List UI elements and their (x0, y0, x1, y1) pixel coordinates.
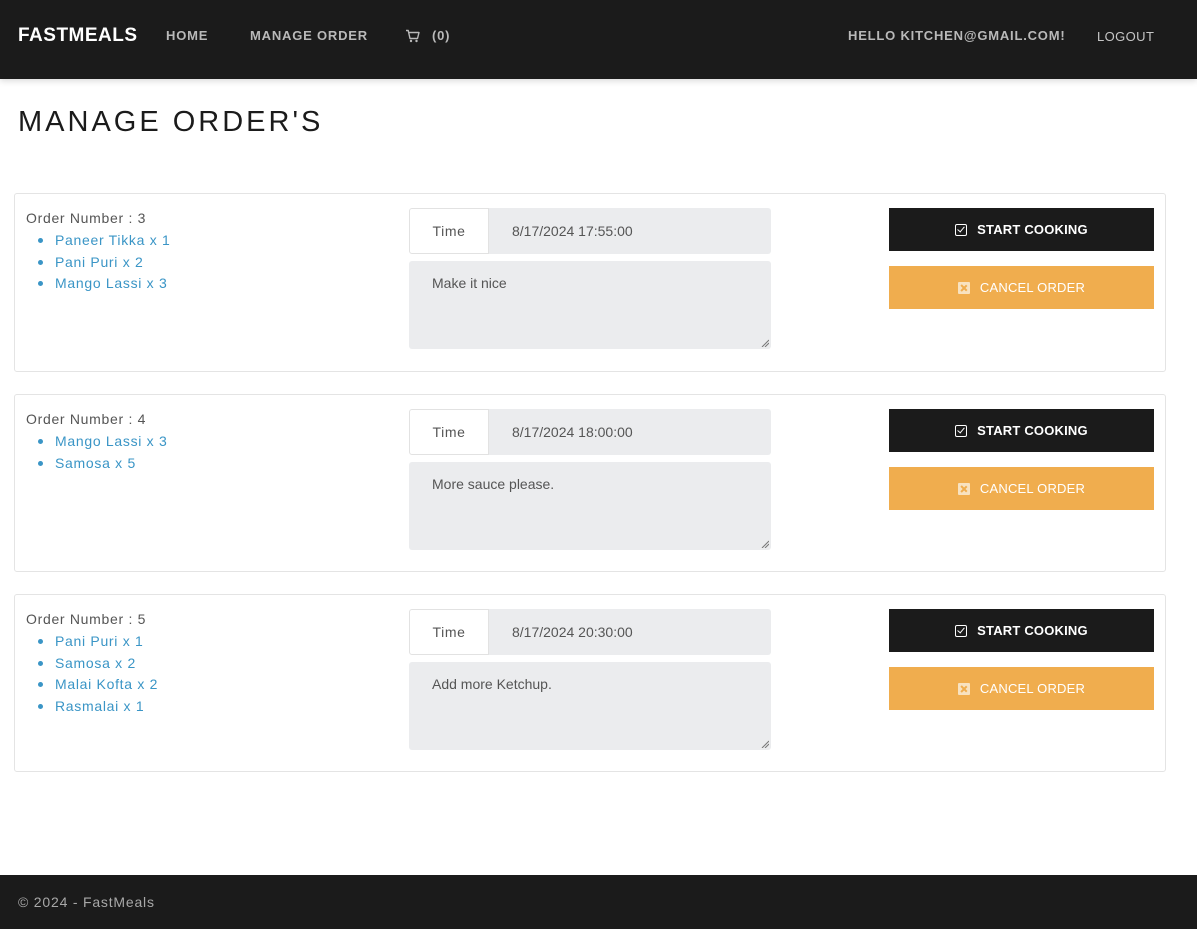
cancel-order-button[interactable]: CANCEL ORDER (889, 266, 1154, 309)
checkbox-icon (955, 223, 968, 236)
order-item[interactable]: Paneer Tikka x 1 (37, 230, 170, 252)
order-items-list: Mango Lassi x 3 Samosa x 5 (37, 431, 167, 474)
order-notes-textarea[interactable]: Make it nice (409, 261, 771, 349)
checkbox-icon (955, 424, 968, 437)
order-item[interactable]: Malai Kofta x 2 (37, 674, 158, 696)
time-label: Time (409, 409, 489, 455)
order-card: Order Number : 5 Pani Puri x 1 Samosa x … (14, 594, 1166, 772)
nav-manage-order-link[interactable]: MANAGE ORDER (250, 28, 368, 43)
footer: © 2024 - FastMeals (0, 875, 1197, 929)
cancel-order-label: CANCEL ORDER (979, 280, 1086, 295)
order-number: Order Number : 4 (26, 411, 147, 427)
order-time-group: Time 8/17/2024 17:55:00 (409, 208, 771, 254)
page-title: MANAGE ORDER'S (18, 106, 324, 138)
time-value-field[interactable]: 8/17/2024 20:30:00 (489, 609, 771, 655)
navbar: FASTMEALS HOME MANAGE ORDER (0) HELLO KI… (0, 0, 1197, 79)
nav-home-link[interactable]: HOME (166, 28, 208, 43)
start-cooking-button[interactable]: START COOKING (889, 208, 1154, 251)
cancel-order-button[interactable]: CANCEL ORDER (889, 667, 1154, 710)
resize-grip-icon[interactable] (761, 740, 769, 748)
nav-cart-link[interactable]: (0) (405, 28, 450, 43)
cancel-order-label: CANCEL ORDER (979, 681, 1086, 696)
time-label: Time (409, 609, 489, 655)
start-cooking-label: START COOKING (977, 222, 1088, 237)
time-value-field[interactable]: 8/17/2024 17:55:00 (489, 208, 771, 254)
order-notes-text: Add more Ketchup. (432, 676, 552, 692)
order-item[interactable]: Samosa x 5 (37, 453, 167, 475)
logout-link[interactable]: LOGOUT (1097, 29, 1154, 44)
time-label: Time (409, 208, 489, 254)
order-item[interactable]: Pani Puri x 1 (37, 631, 158, 653)
start-cooking-label: START COOKING (977, 623, 1088, 638)
close-icon (957, 482, 970, 495)
order-time-group: Time 8/17/2024 20:30:00 (409, 609, 771, 655)
order-number: Order Number : 3 (26, 210, 147, 226)
resize-grip-icon[interactable] (761, 540, 769, 548)
order-card: Order Number : 3 Paneer Tikka x 1 Pani P… (14, 193, 1166, 372)
order-items-list: Pani Puri x 1 Samosa x 2 Malai Kofta x 2… (37, 631, 158, 717)
cart-count: (0) (432, 28, 451, 43)
start-cooking-label: START COOKING (977, 423, 1088, 438)
order-time-group: Time 8/17/2024 18:00:00 (409, 409, 771, 455)
cart-icon (406, 29, 420, 42)
order-card: Order Number : 4 Mango Lassi x 3 Samosa … (14, 394, 1166, 572)
order-items-list: Paneer Tikka x 1 Pani Puri x 2 Mango Las… (37, 230, 170, 295)
order-item[interactable]: Mango Lassi x 3 (37, 273, 170, 295)
close-icon (957, 682, 970, 695)
resize-grip-icon[interactable] (761, 339, 769, 347)
order-notes-textarea[interactable]: More sauce please. (409, 462, 771, 550)
order-item[interactable]: Samosa x 2 (37, 653, 158, 675)
time-value-field[interactable]: 8/17/2024 18:00:00 (489, 409, 771, 455)
checkbox-icon (955, 624, 968, 637)
cancel-order-button[interactable]: CANCEL ORDER (889, 467, 1154, 510)
close-icon (957, 281, 970, 294)
order-item[interactable]: Mango Lassi x 3 (37, 431, 167, 453)
start-cooking-button[interactable]: START COOKING (889, 409, 1154, 452)
order-notes-text: Make it nice (432, 275, 507, 291)
order-notes-textarea[interactable]: Add more Ketchup. (409, 662, 771, 750)
cancel-order-label: CANCEL ORDER (979, 481, 1086, 496)
footer-copyright: © 2024 - FastMeals (18, 894, 155, 910)
order-item[interactable]: Rasmalai x 1 (37, 696, 158, 718)
order-number: Order Number : 5 (26, 611, 147, 627)
user-greeting-link[interactable]: HELLO KITCHEN@GMAIL.COM! (848, 28, 1065, 43)
start-cooking-button[interactable]: START COOKING (889, 609, 1154, 652)
brand-logo[interactable]: FASTMEALS (18, 25, 138, 47)
order-notes-text: More sauce please. (432, 476, 555, 492)
order-item[interactable]: Pani Puri x 2 (37, 252, 170, 274)
